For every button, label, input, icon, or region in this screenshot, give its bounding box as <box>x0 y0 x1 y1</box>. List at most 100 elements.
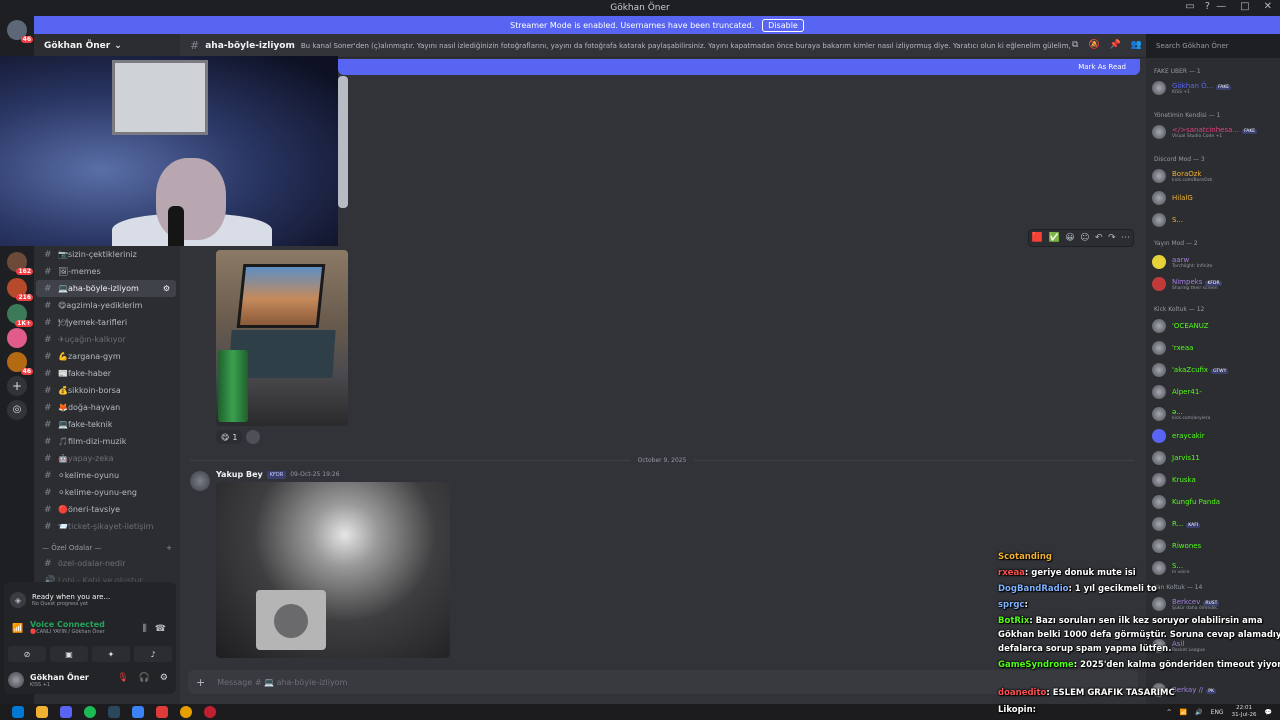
channel-item[interactable]: # 🦊doğa-hayvan <box>36 399 176 416</box>
server-header[interactable]: Gökhan Öner ⌄ <box>34 34 180 58</box>
channel-item[interactable]: # 💪zargana-gym <box>36 348 176 365</box>
channel-topic[interactable]: Bu kanal Soner'den (ç)alınmıştır. Yayını… <box>301 42 1071 50</box>
server-icon[interactable]: 216 <box>7 278 33 301</box>
channel-item[interactable]: # 🖼-memes <box>36 263 176 280</box>
file-explorer-icon[interactable] <box>36 706 48 718</box>
obs-app-icon[interactable] <box>156 706 168 718</box>
reaction-icon[interactable]: 🟥 <box>1032 233 1043 243</box>
author-name[interactable]: Yakup Bey <box>216 470 263 479</box>
activities-button[interactable]: ✦ <box>92 646 130 662</box>
channel-item[interactable]: # 📨ticket-şikayet-iletişim <box>36 518 176 535</box>
spotify-app-icon[interactable] <box>84 706 96 718</box>
check-icon[interactable]: ✅ <box>1048 233 1059 243</box>
threads-icon[interactable]: ⧉ <box>1072 40 1078 50</box>
member-row[interactable]: aarw Torchlight: Infinite <box>1152 252 1278 272</box>
member-row[interactable]: HilalG <box>1152 188 1278 208</box>
inbox-icon[interactable]: ▭ <box>1185 1 1194 12</box>
close-button[interactable]: ✕ <box>1264 1 1272 12</box>
channel-item[interactable]: # 💰sikkoin-borsa <box>36 382 176 399</box>
add-reaction-icon[interactable]: ☺ <box>1080 233 1089 243</box>
member-row[interactable]: 'OCEANUZ <box>1152 316 1278 336</box>
avatar[interactable] <box>8 672 24 688</box>
member-row[interactable]: BoraOzk kick.com/BoraOzk <box>1152 166 1278 186</box>
member-row[interactable]: R... KAFI <box>1152 514 1278 534</box>
notification-bell-icon[interactable]: 🔕 <box>1088 40 1099 50</box>
deafen-icon[interactable]: 🎧 <box>139 673 150 683</box>
channel-item[interactable]: # ⚪kelime-oyunu-eng <box>36 484 176 501</box>
member-row[interactable]: Nimpeks KFDR Sharing their screen <box>1152 274 1278 294</box>
mark-as-read-button[interactable]: Mark As Read <box>1078 63 1126 71</box>
member-row[interactable]: Kruska <box>1152 470 1278 490</box>
member-row[interactable]: eraycakir <box>1152 426 1278 446</box>
help-icon[interactable]: ? <box>1205 1 1210 12</box>
channel-item[interactable]: # 😋agzimla-yediklerim <box>36 297 176 314</box>
member-row[interactable]: Kungfu Panda <box>1152 492 1278 512</box>
disable-streamer-mode-button[interactable]: Disable <box>762 18 804 32</box>
channel-item-active[interactable]: # 💻aha-böyle-izliyom ⚙ <box>36 280 176 297</box>
recording-app-icon[interactable] <box>204 706 216 718</box>
member-row[interactable]: Gökhan Ö... FAKE KISS +1 <box>1152 78 1278 98</box>
screen-share-button[interactable]: ▣ <box>50 646 88 662</box>
settings-icon[interactable]: ⚙ <box>163 284 170 293</box>
discover-icon[interactable]: ◎ <box>7 400 27 420</box>
channel-item[interactable]: # 🤖yapay-zeka <box>36 450 176 467</box>
soundboard-button[interactable]: ♪ <box>134 646 172 662</box>
reaction-chip[interactable]: 😋 1 <box>216 430 243 444</box>
disconnect-icon[interactable]: ☎ <box>155 624 166 634</box>
maximize-button[interactable]: □ <box>1240 1 1249 12</box>
member-row[interactable]: ə... kick.com/anyiera <box>1152 404 1278 424</box>
server-icon[interactable]: 46 <box>7 20 33 43</box>
channel-item[interactable]: # 📰fake-haber <box>36 365 176 382</box>
add-reaction-button[interactable] <box>246 430 261 444</box>
channel-item[interactable]: # 🎵film-dizi-muzik <box>36 433 176 450</box>
server-icon[interactable]: 46 <box>7 352 33 375</box>
message-input[interactable]: Message # 💻 aha-böyle-izliyom <box>217 678 347 687</box>
server-icon[interactable] <box>7 328 27 348</box>
noise-suppression-icon[interactable]: ⫼ <box>143 624 147 634</box>
pin-icon[interactable]: 📌 <box>1110 40 1121 50</box>
guild-tag[interactable]: KFDR <box>266 470 287 479</box>
channel-item[interactable]: # 🍽yemek-tarifleri <box>36 314 176 331</box>
channel-item[interactable]: # 🔴öneri-tavsiye <box>36 501 176 518</box>
add-channel-icon[interactable]: + <box>166 544 172 552</box>
channel-item[interactable]: # ⚪kelime-oyunu <box>36 467 176 484</box>
user-settings-gear-icon[interactable]: ⚙ <box>160 673 168 683</box>
member-row[interactable]: Alper41- <box>1152 382 1278 402</box>
member-row[interactable]: 'akaZcufix GTWY <box>1152 360 1278 380</box>
channel-item[interactable]: # 📷sizin-çektikleriniz <box>36 246 176 263</box>
discord-app-icon[interactable] <box>60 706 72 718</box>
channel-item[interactable]: # ✈uçağın-kalkıyor <box>36 331 176 348</box>
mute-mic-icon[interactable]: 🎙 <box>117 673 128 683</box>
attachment-image[interactable] <box>338 76 348 208</box>
members-icon[interactable]: 👥 <box>1131 40 1142 50</box>
add-server-icon[interactable]: + <box>7 376 27 396</box>
member-row[interactable]: 'rxeaa <box>1152 338 1278 358</box>
channel-item[interactable]: # 💻fake-teknik <box>36 416 176 433</box>
forward-icon[interactable]: ↷ <box>1108 233 1116 243</box>
more-icon[interactable]: ⋯ <box>1121 233 1130 243</box>
start-menu-icon[interactable] <box>12 706 24 718</box>
emoji-icon[interactable]: 😀 <box>1065 233 1074 243</box>
search-input[interactable]: Search Gökhan Öner <box>1150 39 1276 54</box>
member-row[interactable]: S... <box>1152 210 1278 230</box>
quest-progress[interactable]: ◈ Ready when you are... No Quest progres… <box>10 586 170 614</box>
attachment-image-room[interactable] <box>216 482 450 658</box>
server-icon[interactable]: 1K+ <box>7 304 33 327</box>
member-row[interactable]: Jarvis11 <box>1152 448 1278 468</box>
upload-plus-icon[interactable]: + <box>196 676 205 689</box>
server-icon[interactable]: 162 <box>7 252 33 275</box>
steam-app-icon[interactable] <box>108 706 120 718</box>
new-messages-bar[interactable]: Mark As Read <box>338 59 1140 75</box>
channel-item[interactable]: # özel-odalar-nedir <box>36 555 176 572</box>
reply-icon[interactable]: ↶ <box>1095 233 1103 243</box>
mention-badge: 216 <box>16 294 33 301</box>
camera-off-button[interactable]: ⊘ <box>8 646 46 662</box>
edge-app-icon[interactable] <box>132 706 144 718</box>
minimize-button[interactable]: — <box>1216 1 1226 12</box>
chrome-app-icon[interactable] <box>180 706 192 718</box>
attachment-image-laptop[interactable] <box>216 250 348 426</box>
member-row[interactable]: </>sanatcinhesa... FAKE Visual Studio Code… <box>1152 122 1278 142</box>
avatar[interactable] <box>190 471 210 491</box>
signal-icon[interactable]: 📶 <box>12 624 23 634</box>
category-private-rooms[interactable]: — Özel Odalar — + <box>42 544 172 552</box>
